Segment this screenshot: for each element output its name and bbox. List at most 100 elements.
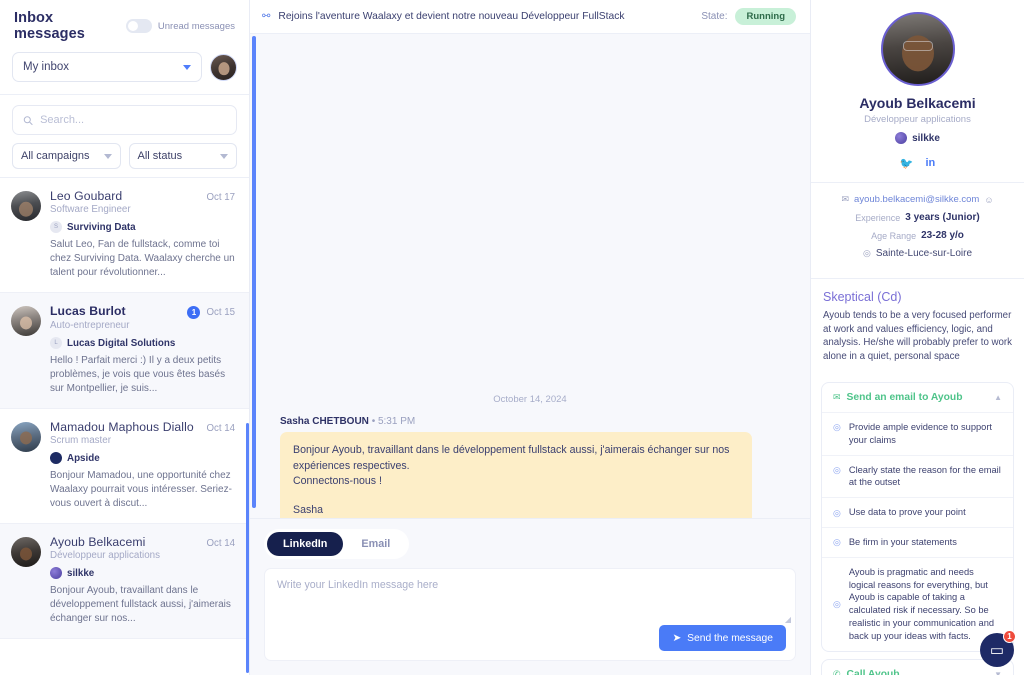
list-item-top: Ayoub Belkacemi Oct 14 <box>50 535 235 549</box>
experience-value: 3 years (Junior) <box>905 212 980 223</box>
list-item-meta: 1 Oct 15 <box>187 306 235 319</box>
age-range-value: 23-28 y/o <box>921 230 964 241</box>
mail-icon: ✉ <box>833 392 841 402</box>
profile-location: Sainte-Luce-sur-Loire <box>875 248 973 259</box>
list-item: ◎ Ayoub is pragmatic and needs logical r… <box>822 556 1013 651</box>
mail-icon: ✉ <box>841 194 850 204</box>
age-range-label: Age Range <box>871 230 917 241</box>
unread-badge: 1 <box>187 306 201 319</box>
tab-linkedin[interactable]: LinkedIn <box>267 532 344 556</box>
sidebar-filters: All campaigns All status <box>0 95 249 178</box>
location-pin-icon: ◎ <box>862 248 871 258</box>
message-date: Oct 14 <box>206 423 235 434</box>
message-line-3: Sasha <box>293 503 324 516</box>
profile-details: ✉ ayoub.belkacemi@silkke.com ☺ Experienc… <box>811 183 1024 279</box>
chat-bubble-icon: ▭ <box>989 642 1005 659</box>
location-row: ◎ Sainte-Luce-sur-Loire <box>821 248 1014 259</box>
list-item[interactable]: Leo Goubard Oct 17 Software Engineer S S… <box>0 178 249 293</box>
search-box[interactable] <box>12 105 237 135</box>
list-item-meta: Oct 14 <box>206 538 235 549</box>
chat-support-button[interactable]: ▭ 1 <box>980 630 1016 667</box>
company-name: Lucas Digital Solutions <box>67 337 176 349</box>
page-title: Inbox messages <box>14 10 85 42</box>
avatar <box>11 537 41 567</box>
message-sender-line: Sasha CHETBOUN • 5:31 PM <box>280 416 792 427</box>
state-label: State: <box>701 11 728 22</box>
message-thread[interactable]: October 14, 2024 Sasha CHETBOUN • 5:31 P… <box>250 34 810 518</box>
card-title: Send an email to Ayoub <box>846 392 963 403</box>
company-name: Apside <box>67 452 100 464</box>
unread-toggle[interactable] <box>125 19 152 33</box>
send-icon: ➤ <box>672 633 682 644</box>
card-header[interactable]: ✉ Send an email to Ayoub ▲ <box>822 383 1013 412</box>
tab-email[interactable]: Email <box>345 532 406 556</box>
twitter-icon[interactable]: 🐦 <box>900 157 914 170</box>
phone-icon: ✆ <box>833 668 841 675</box>
chevron-down-icon[interactable]: ▼ <box>994 670 1002 675</box>
list-item: ◎ Provide ample evidence to support your… <box>822 412 1013 455</box>
list-item-selected[interactable]: Ayoub Belkacemi Oct 14 Développeur appli… <box>0 524 249 639</box>
send-message-button[interactable]: ➤ Send the message <box>659 625 786 651</box>
avatar <box>11 422 41 452</box>
check-circle-icon: ◎ <box>833 599 841 610</box>
persona-description: Ayoub tends to be a very focused perform… <box>823 310 1012 362</box>
search-icon <box>23 115 33 125</box>
message-snippet: Bonjour Mamadou, une opportunité chez Wa… <box>50 470 232 509</box>
campaign-title: Rejoins l'aventure Waalaxy et devient no… <box>278 11 625 22</box>
list-item-body: Mamadou Maphous Diallo Oct 14 Scrum mast… <box>50 420 235 511</box>
thread-scrollbar[interactable] <box>252 36 256 508</box>
company-row: L Lucas Digital Solutions <box>50 337 235 349</box>
user-avatar[interactable] <box>210 53 237 81</box>
contact-details-panel: Ayoub Belkacemi Développeur applications… <box>810 0 1024 675</box>
message-line-2: Connectons-nous ! <box>293 475 382 487</box>
inbox-selector-row: My inbox <box>12 52 237 82</box>
avatar <box>880 12 955 86</box>
list-item-body: Leo Goubard Oct 17 Software Engineer S S… <box>50 189 235 280</box>
smiley-icon: ☺ <box>984 194 994 205</box>
contact-name: Mamadou Maphous Diallo <box>50 420 194 434</box>
unread-toggle-label: Unread messages <box>157 20 235 32</box>
message-line-1: Bonjour Ayoub, travaillant dans le dével… <box>293 444 730 472</box>
email-row: ✉ ayoub.belkacemi@silkke.com ☺ <box>821 194 1014 205</box>
experience-row: Experience 3 years (Junior) <box>821 212 1014 223</box>
persona-section: Skeptical (Cd) Ayoub tends to be a very … <box>811 279 1024 375</box>
profile-role: Développeur applications <box>864 114 971 125</box>
inbox-select[interactable]: My inbox <box>12 52 202 82</box>
contact-role: Développeur applications <box>50 550 161 561</box>
list-item: ◎ Be firm in your statements <box>822 526 1013 557</box>
status-filter[interactable]: All status <box>128 143 237 169</box>
list-item[interactable]: Mamadou Maphous Diallo Oct 14 Scrum mast… <box>0 409 249 524</box>
contact-name: Lucas Burlot <box>50 304 126 318</box>
linkedin-icon[interactable]: in <box>925 157 935 170</box>
message-list[interactable]: Leo Goubard Oct 17 Software Engineer S S… <box>0 178 249 675</box>
list-item[interactable]: Lucas Burlot 1 Oct 15 Auto-entrepreneur … <box>0 293 249 409</box>
send-button-label: Send the message <box>687 632 773 644</box>
status-badge: Running <box>735 8 796 25</box>
avatar <box>11 306 41 336</box>
contact-name: Ayoub Belkacemi <box>50 535 146 549</box>
company-row: silkke <box>50 567 235 579</box>
chevron-up-icon[interactable]: ▲ <box>994 393 1002 402</box>
message-bubble: Bonjour Ayoub, travaillant dans le dével… <box>280 432 752 518</box>
contact-role: Scrum master <box>50 435 111 446</box>
profile-company-name: silkke <box>912 132 940 144</box>
unread-filter[interactable]: Unread messages <box>125 19 235 33</box>
tip-text: Provide ample evidence to support your c… <box>848 422 993 445</box>
contact-name: Leo Goubard <box>50 189 123 203</box>
profile-email[interactable]: ayoub.belkacemi@silkke.com <box>854 194 979 205</box>
resize-handle-icon[interactable]: ◢ <box>785 615 791 624</box>
profile-header: Ayoub Belkacemi Développeur applications… <box>811 0 1024 183</box>
campaign-filter[interactable]: All campaigns <box>12 143 121 169</box>
message-editor[interactable]: Write your LinkedIn message here ◢ ➤ Sen… <box>264 568 796 661</box>
tip-text: Be firm in your statements <box>848 536 957 547</box>
message-date: Oct 17 <box>206 192 235 203</box>
chevron-down-icon <box>220 153 228 159</box>
profile-company: silkke <box>895 132 940 144</box>
search-input[interactable] <box>40 114 226 126</box>
chevron-down-icon <box>183 64 191 70</box>
sidebar-scrollbar[interactable] <box>245 423 249 673</box>
list-item-meta: Oct 14 <box>206 423 235 434</box>
card-send-email[interactable]: ✉ Send an email to Ayoub ▲ ◎ Provide amp… <box>821 382 1014 652</box>
list-item-top: Leo Goubard Oct 17 <box>50 189 235 203</box>
